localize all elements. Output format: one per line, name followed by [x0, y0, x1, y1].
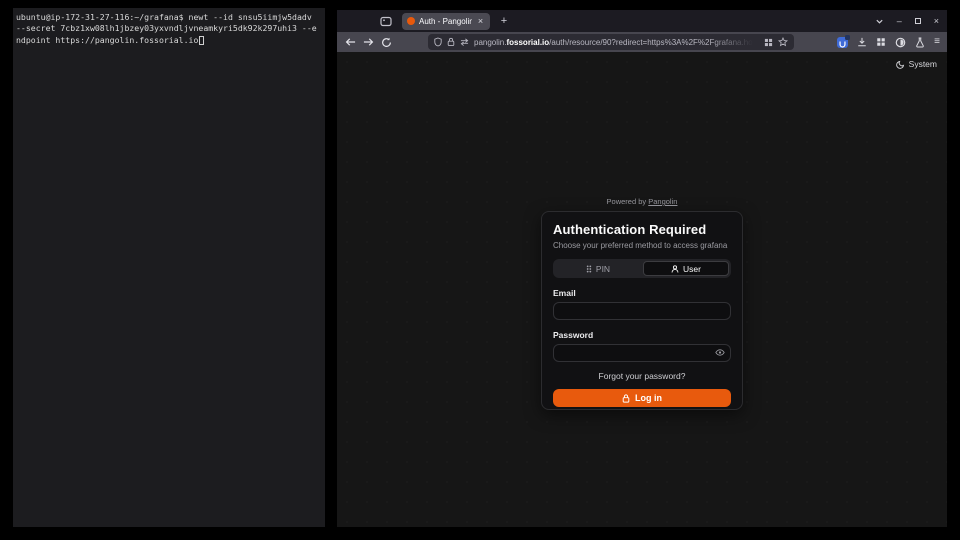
extension-badge — [845, 35, 850, 40]
toolbar-extensions-area: ≡ — [837, 37, 940, 48]
darkreader-extension-icon[interactable] — [895, 37, 906, 48]
terminal-window[interactable]: ubuntu@ip-172-31-27-116:~/grafana$ newt … — [13, 8, 325, 527]
tab-pin[interactable]: PIN — [555, 261, 641, 276]
firefox-view-icon[interactable] — [377, 13, 395, 29]
tab-user[interactable]: User — [643, 261, 729, 276]
forgot-password-link[interactable]: Forgot your password? — [553, 371, 731, 381]
minimize-button[interactable]: – — [897, 16, 902, 26]
url-text[interactable]: pangolin.fossorial.io/auth/resource/90?r… — [474, 38, 759, 47]
maximize-button[interactable] — [915, 16, 921, 26]
terminal-line: --secret 7cbz1xw08lh1jbzey03yxvndljvneam… — [16, 23, 323, 34]
terminal-line: ndpoint https://pangolin.fossorial.io — [16, 35, 198, 46]
tab-title: Auth - Pangolin — [419, 17, 472, 26]
login-button-label: Log in — [635, 393, 662, 403]
login-lock-icon — [622, 394, 630, 403]
extension-shield-icon[interactable] — [837, 37, 848, 48]
pangolin-favicon-icon — [407, 17, 415, 25]
theme-toggle-label: System — [909, 59, 937, 69]
password-label: Password — [553, 330, 731, 340]
pin-keypad-icon — [586, 265, 592, 273]
browser-toolbar: pangolin.fossorial.io/auth/resource/90?r… — [337, 32, 947, 52]
tab-user-label: User — [683, 264, 701, 274]
lock-icon[interactable] — [447, 37, 455, 47]
maximize-icon — [915, 18, 921, 24]
containers-grid-icon[interactable] — [764, 38, 773, 47]
show-password-eye-icon[interactable] — [715, 349, 725, 356]
theme-toggle[interactable]: System — [896, 59, 937, 69]
email-input[interactable] — [553, 302, 731, 320]
flask-extension-icon[interactable] — [915, 37, 925, 48]
tab-pin-label: PIN — [596, 264, 610, 274]
bookmark-star-icon[interactable] — [778, 37, 788, 47]
card-title: Authentication Required — [553, 222, 731, 237]
address-bar[interactable]: pangolin.fossorial.io/auth/resource/90?r… — [428, 34, 794, 50]
card-subtitle: Choose your preferred method to access g… — [553, 241, 731, 250]
permissions-switch-icon[interactable] — [460, 38, 469, 46]
moon-icon — [896, 60, 905, 69]
password-input[interactable] — [553, 344, 731, 362]
new-tab-button[interactable]: + — [497, 15, 511, 27]
page-content: System Powered by Pangolin Authenticatio… — [337, 52, 947, 527]
browser-tab[interactable]: Auth - Pangolin × — [402, 13, 490, 30]
browser-window: Auth - Pangolin × + – × — [337, 10, 947, 527]
window-close-button[interactable]: × — [934, 16, 939, 26]
url-domain: fossorial.io — [506, 38, 549, 47]
powered-by: Powered by Pangolin — [337, 197, 947, 206]
downloads-icon[interactable] — [857, 37, 867, 47]
login-button[interactable]: Log in — [553, 389, 731, 407]
reload-button[interactable] — [380, 35, 393, 49]
forward-button[interactable] — [362, 35, 375, 49]
desktop: ubuntu@ip-172-31-27-116:~/grafana$ newt … — [0, 0, 960, 540]
url-path: /auth/resource/90?redirect=https%3A%2F%2… — [549, 38, 759, 47]
tab-close-icon[interactable]: × — [476, 17, 485, 26]
back-button[interactable] — [344, 35, 357, 49]
menu-icon[interactable]: ≡ — [934, 37, 940, 47]
person-icon — [671, 265, 679, 273]
tracking-shield-icon[interactable] — [434, 37, 442, 47]
powered-by-text: Powered by — [607, 197, 647, 206]
auth-method-tabs: PIN User — [553, 259, 731, 278]
terminal-cursor — [199, 36, 204, 45]
url-subdomain: pangolin. — [474, 38, 506, 47]
browser-tab-bar: Auth - Pangolin × + – × — [337, 10, 947, 32]
pangolin-link[interactable]: Pangolin — [648, 197, 677, 206]
auth-card: Authentication Required Choose your pref… — [541, 211, 743, 410]
extensions-grid-icon[interactable] — [876, 37, 886, 47]
password-field-wrap — [553, 340, 731, 362]
terminal-line: ubuntu@ip-172-31-27-116:~/grafana$ newt … — [16, 12, 323, 23]
email-label: Email — [553, 288, 731, 298]
tab-list-chevron-icon[interactable] — [875, 17, 884, 26]
